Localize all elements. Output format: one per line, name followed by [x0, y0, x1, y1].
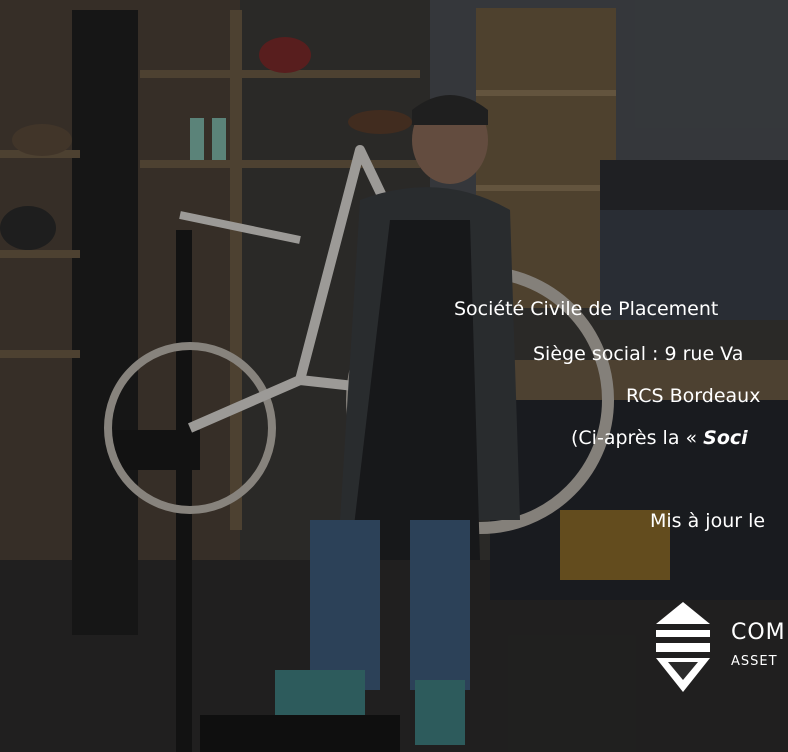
cover-line-updated: Mis à jour le — [650, 510, 766, 532]
company-logo-icon — [656, 602, 710, 692]
cover-line-hereafter-emph: Soci — [703, 427, 748, 449]
cover-line-hereafter-prefix: (Ci-après la « — [571, 427, 704, 449]
logo-subtitle: ASSET — [731, 654, 778, 669]
logo-wordmark: COM — [731, 620, 786, 645]
cover-line-head-office: Siège social : 9 rue Va — [533, 343, 744, 365]
cover-line-rcs: RCS Bordeaux — [626, 385, 761, 407]
cover-line-company-type: Société Civile de Placement — [454, 298, 719, 320]
cover-line-hereafter: (Ci-après la « Soci — [571, 427, 748, 449]
